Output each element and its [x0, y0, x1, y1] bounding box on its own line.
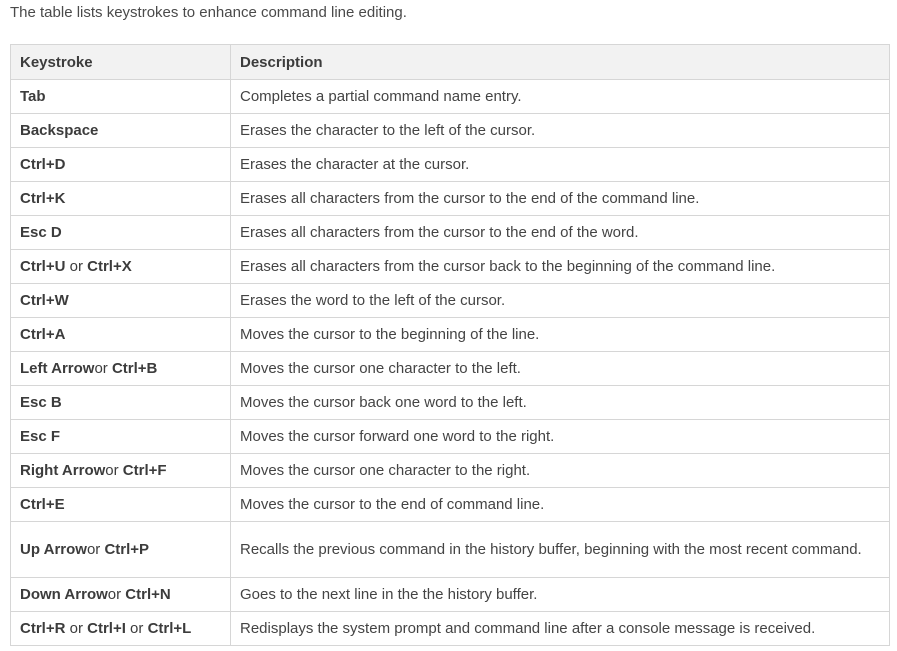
- key-combo: Ctrl+D: [20, 156, 66, 173]
- key-combo: Ctrl+K: [20, 190, 66, 207]
- table-header-row: Keystroke Description: [10, 44, 890, 80]
- table-row: Esc F Moves the cursor forward one word t…: [10, 419, 890, 454]
- table-row: Ctrl+U or Ctrl+X Erases all characters fr…: [10, 249, 890, 284]
- table-row: Backspace Erases the character to the lef…: [10, 113, 890, 148]
- table-body: Tab Completes a partial command name entr…: [10, 79, 890, 646]
- description-cell: Recalls the previous command in the hist…: [230, 521, 890, 578]
- description-cell: Erases the word to the left of the curso…: [230, 283, 890, 318]
- table-row: Ctrl+R or Ctrl+I or Ctrl+L Redisplays the…: [10, 611, 890, 646]
- key-separator: or: [65, 620, 88, 637]
- table-row: Ctrl+W Erases the word to the left of the…: [10, 283, 890, 318]
- description-cell: Erases all characters from the cursor ba…: [230, 249, 890, 284]
- keystroke-cell: Ctrl+A: [10, 317, 231, 352]
- header-description: Description: [230, 44, 890, 80]
- keystroke-cell: Down Arrowor Ctrl+N: [10, 577, 231, 612]
- keystroke-cell: Tab: [10, 79, 231, 114]
- key-combo: Ctrl+R: [20, 620, 66, 637]
- key-combo: Tab: [20, 88, 46, 105]
- key-separator: or: [125, 620, 148, 637]
- key-combo: Ctrl+B: [111, 360, 158, 377]
- table-row: Up Arrowor Ctrl+P Recalls the previous co…: [10, 521, 890, 578]
- keystroke-cell: Esc D: [10, 215, 231, 250]
- table-row: Tab Completes a partial command name entr…: [10, 79, 890, 114]
- key-combo: Down Arrow: [20, 586, 108, 603]
- key-combo: Backspace: [20, 122, 99, 139]
- keystroke-cell: Left Arrowor Ctrl+B: [10, 351, 231, 386]
- description-cell: Moves the cursor back one word to the le…: [230, 385, 890, 420]
- keystroke-cell: Ctrl+U or Ctrl+X: [10, 249, 231, 284]
- key-separator: or: [94, 360, 112, 377]
- description-cell: Redisplays the system prompt and command…: [230, 611, 890, 646]
- key-combo: Ctrl+F: [122, 462, 167, 479]
- keystroke-cell: Esc F: [10, 419, 231, 454]
- key-separator: or: [107, 586, 126, 603]
- keystroke-cell: Ctrl+W: [10, 283, 231, 318]
- description-cell: Erases the character at the cursor.: [230, 147, 890, 182]
- header-keystroke: Keystroke: [10, 44, 231, 80]
- description-cell: Moves the cursor one character to the le…: [230, 351, 890, 386]
- keystroke-cell: Ctrl+K: [10, 181, 231, 216]
- description-cell: Erases all characters from the cursor to…: [230, 215, 890, 250]
- key-combo: Ctrl+P: [104, 541, 150, 558]
- description-cell: Moves the cursor to the end of command l…: [230, 487, 890, 522]
- table-row: Ctrl+D Erases the character at the cursor…: [10, 147, 890, 182]
- intro-text: The table lists keystrokes to enhance co…: [10, 4, 407, 21]
- key-combo: Right Arrow: [20, 462, 106, 479]
- key-combo: Ctrl+I: [87, 620, 126, 637]
- description-cell: Goes to the next line in the the history…: [230, 577, 890, 612]
- key-combo: Esc D: [20, 224, 62, 241]
- keystroke-cell: Esc B: [10, 385, 231, 420]
- keystroke-cell: Ctrl+E: [10, 487, 231, 522]
- description-cell: Moves the cursor forward one word to the…: [230, 419, 890, 454]
- key-separator: or: [65, 258, 88, 275]
- description-cell: Moves the cursor to the beginning of the…: [230, 317, 890, 352]
- table-row: Left Arrowor Ctrl+B Moves the cursor one …: [10, 351, 890, 386]
- description-cell: Moves the cursor one character to the ri…: [230, 453, 890, 488]
- key-combo: Esc F: [20, 428, 61, 445]
- table-row: Right Arrowor Ctrl+F Moves the cursor one…: [10, 453, 890, 488]
- table-row: Ctrl+E Moves the cursor to the end of com…: [10, 487, 890, 522]
- table-row: Down Arrowor Ctrl+N Goes to the next line…: [10, 577, 890, 612]
- key-combo: Ctrl+U: [20, 258, 66, 275]
- key-combo: Ctrl+N: [125, 586, 171, 603]
- key-separator: or: [86, 541, 105, 558]
- table-row: Ctrl+A Moves the cursor to the beginning …: [10, 317, 890, 352]
- key-combo: Up Arrow: [20, 541, 87, 558]
- key-combo: Ctrl+W: [20, 292, 69, 309]
- key-separator: or: [105, 462, 123, 479]
- keystroke-table: Keystroke Description Tab Completes a par…: [10, 44, 890, 646]
- keystroke-cell: Right Arrowor Ctrl+F: [10, 453, 231, 488]
- table-row: Esc D Erases all characters from the curs…: [10, 215, 890, 250]
- description-cell: Completes a partial command name entry.: [230, 79, 890, 114]
- key-combo: Ctrl+E: [20, 496, 65, 513]
- key-combo: Ctrl+X: [87, 258, 132, 275]
- description-cell: Erases all characters from the cursor to…: [230, 181, 890, 216]
- table-row: Esc B Moves the cursor back one word to t…: [10, 385, 890, 420]
- keystroke-cell: Up Arrowor Ctrl+P: [10, 521, 231, 578]
- keystroke-cell: Ctrl+R or Ctrl+I or Ctrl+L: [10, 611, 231, 646]
- keystroke-cell: Ctrl+D: [10, 147, 231, 182]
- keystroke-cell: Backspace: [10, 113, 231, 148]
- key-combo: Ctrl+A: [20, 326, 66, 343]
- key-combo: Ctrl+L: [147, 620, 192, 637]
- description-cell: Erases the character to the left of the …: [230, 113, 890, 148]
- key-combo: Left Arrow: [20, 360, 95, 377]
- key-combo: Esc B: [20, 394, 62, 411]
- table-row: Ctrl+K Erases all characters from the cur…: [10, 181, 890, 216]
